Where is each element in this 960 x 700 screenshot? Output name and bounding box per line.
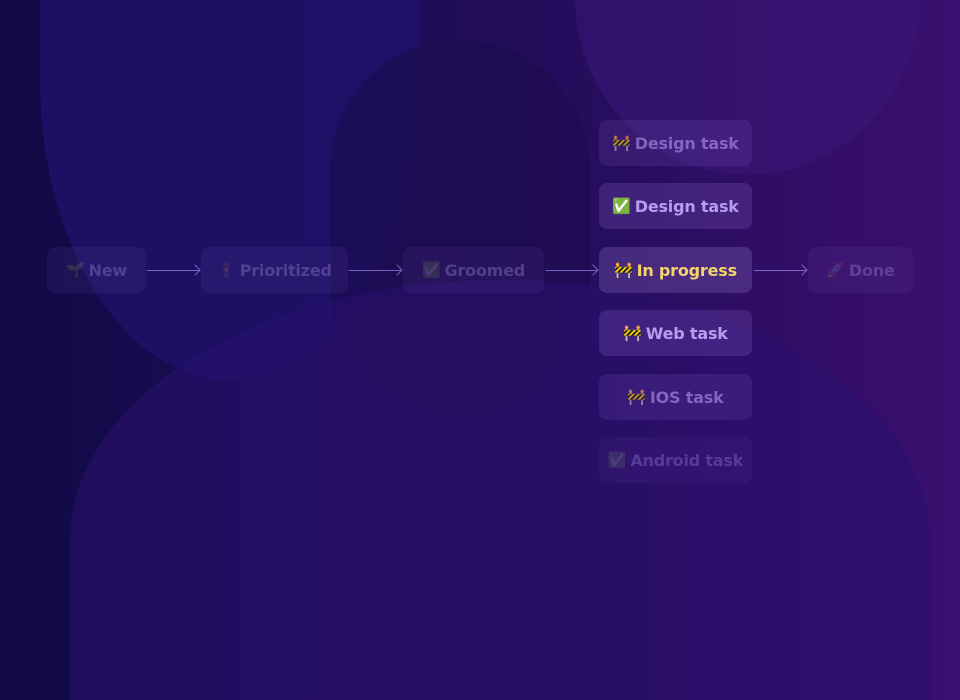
- check-box-icon: ✅: [607, 451, 627, 469]
- stage-label: Prioritized: [239, 260, 332, 280]
- construction-icon: 🚧: [623, 324, 642, 342]
- subtask-label: Web task: [645, 323, 728, 343]
- construction-icon: 🚧: [614, 261, 633, 279]
- flow-arrow: [546, 270, 597, 271]
- stage-new: 🌱 New: [47, 247, 146, 293]
- flow-arrow: [349, 270, 401, 271]
- subtask-design-done: ✅ Design task: [599, 183, 752, 229]
- subtask-label: IOS task: [649, 387, 724, 407]
- stage-done: 🚀 Done: [808, 247, 913, 293]
- stage-label: Done: [848, 260, 895, 280]
- check-box-icon: ✅: [421, 261, 441, 279]
- check-box-icon: ✅: [612, 197, 631, 215]
- flow-arrow: [754, 270, 806, 271]
- stage-label: In progress: [636, 260, 737, 280]
- subtask-label: Android task: [630, 450, 744, 470]
- stage-in-progress: 🚧 In progress: [599, 247, 752, 293]
- construction-icon: 🚧: [612, 134, 631, 152]
- construction-icon: 🚧: [627, 388, 646, 406]
- seedling-icon: 🌱: [66, 261, 85, 279]
- traffic-light-icon: 🚦: [217, 261, 236, 279]
- flow-arrow: [147, 270, 199, 271]
- subtask-label: Design task: [634, 196, 739, 216]
- stage-label: Groomed: [444, 260, 526, 280]
- subtask-ios: 🚧 IOS task: [599, 374, 752, 420]
- stage-groomed: ✅ Groomed: [403, 247, 544, 293]
- subtask-design-in-progress: 🚧 Design task: [599, 120, 752, 166]
- subtask-web: 🚧 Web task: [599, 310, 752, 356]
- stage-label: New: [88, 260, 128, 280]
- rocket-icon: 🚀: [826, 261, 845, 279]
- stage-prioritized: 🚦 Prioritized: [201, 247, 348, 293]
- subtask-android: ✅ Android task: [599, 437, 752, 483]
- subtask-label: Design task: [634, 133, 739, 153]
